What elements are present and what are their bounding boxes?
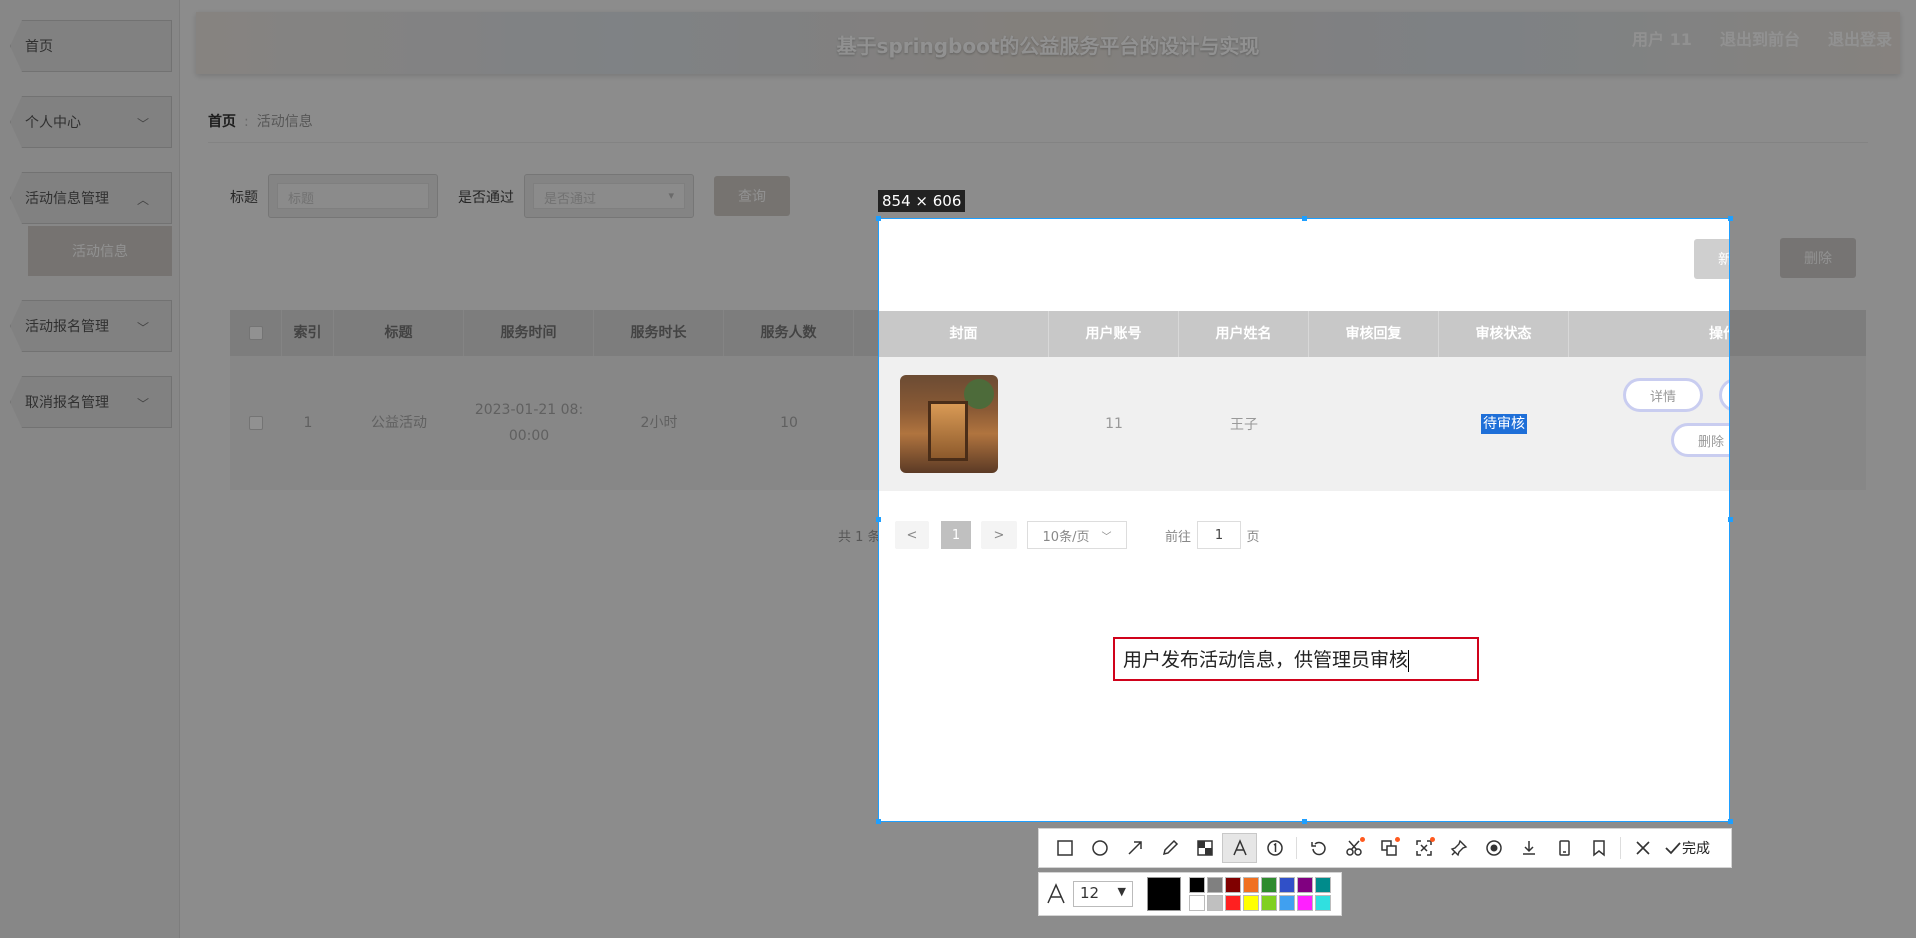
resize-handle-l[interactable] (876, 517, 881, 522)
color-swatch[interactable] (1315, 895, 1331, 911)
undo-icon[interactable] (1301, 833, 1336, 863)
mosaic-icon[interactable] (1187, 833, 1222, 863)
capture-dim-right (1730, 218, 1916, 822)
col-reply: 审核回复 (1309, 311, 1439, 357)
color-swatch[interactable] (1225, 877, 1241, 893)
color-swatch[interactable] (1315, 877, 1331, 893)
capture-dim-left (0, 218, 878, 822)
cell-reply (1309, 357, 1439, 491)
text-caret (1408, 649, 1410, 672)
pen-icon[interactable] (1152, 833, 1187, 863)
annotation-text-box[interactable]: 用户发布活动信息，供管理员审核 (1113, 637, 1479, 681)
color-swatch[interactable] (1243, 877, 1259, 893)
cover-door-shape (928, 401, 968, 461)
text-icon[interactable] (1222, 833, 1257, 863)
color-swatch[interactable] (1261, 895, 1277, 911)
cell-status: 待审核 (1439, 357, 1569, 491)
capture-selection[interactable]: 新增 封面 用户账号 用户姓名 审核回复 审核状态 操作 11 王子 待审核 详… (878, 218, 1730, 822)
col-username: 用户姓名 (1179, 311, 1309, 357)
cut-icon[interactable] (1336, 833, 1371, 863)
resize-handle-r[interactable] (1728, 517, 1733, 522)
number-icon[interactable] (1257, 833, 1292, 863)
done-button[interactable]: 完成 (1664, 838, 1710, 858)
goto-input[interactable]: 1 (1197, 521, 1241, 549)
font-icon (1047, 883, 1065, 904)
col-actions-label: 操作 (1709, 326, 1729, 342)
text-style-toolbar: 12 ▼ (1038, 872, 1342, 916)
row-delete-button[interactable]: 删除 (1671, 423, 1729, 457)
detail-button[interactable]: 详情 (1623, 378, 1703, 412)
toolbar-separator (1296, 837, 1297, 859)
resize-handle-b[interactable] (1302, 819, 1307, 824)
resize-handle-bl[interactable] (876, 819, 881, 824)
font-size-select[interactable]: 12 ▼ (1073, 881, 1133, 907)
save-icon[interactable] (1511, 833, 1546, 863)
chevron-down-icon: ﹀ (1101, 531, 1112, 543)
rectangle-icon[interactable] (1047, 833, 1082, 863)
phone-icon[interactable] (1546, 833, 1581, 863)
page-size-value: 10条/页 (1042, 529, 1090, 545)
caret-down-icon: ▼ (1117, 885, 1126, 898)
color-swatch[interactable] (1279, 877, 1295, 893)
next-page-button[interactable]: > (981, 521, 1017, 549)
record-icon[interactable] (1476, 833, 1511, 863)
color-swatch[interactable] (1225, 895, 1241, 911)
color-swatch[interactable] (1189, 877, 1205, 893)
color-swatch[interactable] (1297, 895, 1313, 911)
current-color-swatch[interactable] (1147, 877, 1181, 911)
col-cover: 封面 (879, 311, 1049, 357)
color-swatch[interactable] (1297, 877, 1313, 893)
color-swatch[interactable] (1207, 877, 1223, 893)
resize-handle-tl[interactable] (876, 216, 881, 221)
page-size-select[interactable]: 10条/页 ﹀ (1027, 521, 1127, 549)
status-badge: 待审核 (1481, 414, 1527, 434)
toolbar-separator (1620, 837, 1621, 859)
resize-handle-br[interactable] (1728, 819, 1733, 824)
bookmark-icon[interactable] (1581, 833, 1616, 863)
resize-handle-tr[interactable] (1728, 216, 1733, 221)
arrow-icon[interactable] (1117, 833, 1152, 863)
resize-handle-t[interactable] (1302, 216, 1307, 221)
pin-icon[interactable] (1441, 833, 1476, 863)
done-label: 完成 (1682, 841, 1710, 857)
translate-icon[interactable] (1371, 833, 1406, 863)
col-actions: 操作 (1569, 311, 1729, 357)
badge-dot (1430, 837, 1435, 842)
close-icon[interactable] (1625, 833, 1660, 863)
color-swatch[interactable] (1189, 895, 1205, 911)
add-button[interactable]: 新增 (1694, 239, 1729, 279)
color-swatch[interactable] (1261, 877, 1277, 893)
prev-page-button[interactable]: < (895, 521, 929, 549)
capture-size-label: 854 × 606 (878, 190, 966, 212)
table-header-visible: 封面 用户账号 用户姓名 审核回复 审核状态 操作 (879, 311, 1729, 357)
badge-dot (1360, 837, 1365, 842)
cell-username: 王子 (1230, 417, 1258, 433)
font-size-value: 12 (1080, 884, 1100, 902)
capture-dim-top (0, 0, 1916, 218)
color-swatch[interactable] (1243, 895, 1259, 911)
color-swatch[interactable] (1279, 895, 1295, 911)
ocr-icon[interactable] (1406, 833, 1441, 863)
col-status: 审核状态 (1439, 311, 1569, 357)
col-account: 用户账号 (1049, 311, 1179, 357)
ellipse-icon[interactable] (1082, 833, 1117, 863)
goto-label: 前往 (1164, 529, 1191, 545)
cell-account: 11 (1105, 416, 1123, 432)
annotation-text: 用户发布活动信息，供管理员审核 (1123, 649, 1409, 671)
page-suffix: 页 (1246, 529, 1260, 545)
capture-toolbar: 完成 (1038, 828, 1732, 868)
table-row: 11 王子 待审核 详情 修改 删除 (879, 357, 1729, 491)
cell-cover (879, 357, 1019, 491)
cover-tree-shape (964, 379, 994, 409)
check-icon (1665, 842, 1681, 855)
badge-dot (1395, 837, 1400, 842)
cover-image[interactable] (900, 375, 998, 473)
color-palette (1189, 877, 1331, 911)
edit-button[interactable]: 修改 (1719, 378, 1729, 412)
color-swatch[interactable] (1207, 895, 1223, 911)
page-1-button[interactable]: 1 (941, 521, 971, 549)
